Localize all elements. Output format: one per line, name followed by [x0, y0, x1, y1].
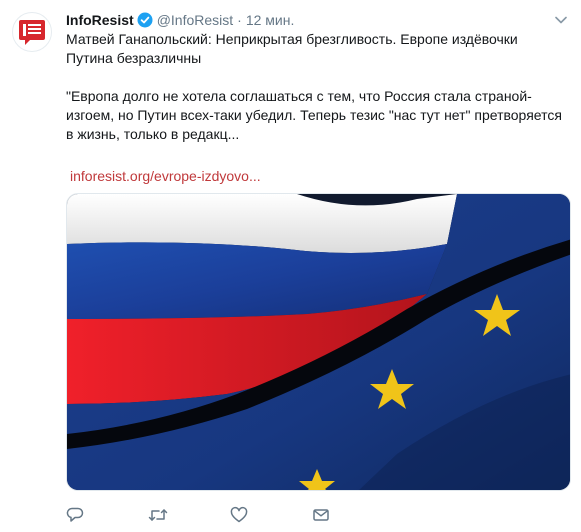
tweet-text: Матвей Ганапольский: Неприкрытая брезгли…	[66, 30, 566, 144]
dm-button[interactable]	[312, 503, 394, 527]
article-link[interactable]: inforesist.org/evrope-izdyovo...	[70, 168, 261, 184]
tweet-headline: Матвей Ганапольский: Неприкрытая брезгли…	[66, 31, 518, 66]
inforesist-logo-icon	[19, 20, 45, 45]
heart-icon	[230, 506, 248, 523]
flags-image	[67, 194, 570, 490]
retweet-button[interactable]	[148, 503, 230, 527]
avatar[interactable]	[12, 12, 52, 52]
separator: ·	[237, 12, 242, 28]
like-button[interactable]	[230, 503, 312, 527]
reply-button[interactable]	[66, 503, 148, 527]
author-name[interactable]: InfoResist	[66, 12, 134, 28]
tweet-actions	[66, 503, 394, 527]
verified-badge-icon	[137, 12, 153, 28]
author-handle[interactable]: @InfoResist	[157, 12, 233, 28]
retweet-icon	[148, 509, 168, 521]
envelope-icon	[313, 509, 329, 521]
chevron-down-icon[interactable]	[553, 12, 569, 28]
tweet-quote: "Европа долго не хотела соглашаться с те…	[66, 88, 562, 142]
tweet-header: InfoResist @InfoResist · 12 мин.	[66, 10, 561, 30]
tweet-image[interactable]	[66, 193, 571, 491]
timestamp[interactable]: 12 мин.	[246, 12, 295, 28]
reply-icon	[66, 507, 84, 522]
